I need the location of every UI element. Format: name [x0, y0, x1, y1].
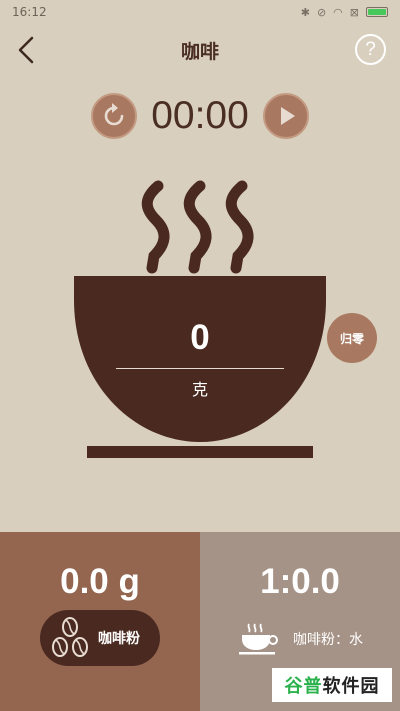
mute-icon: ⊘: [316, 5, 327, 19]
watermark-logo: 谷普 软件园: [272, 668, 392, 702]
reset-icon: [104, 103, 124, 126]
weight-divider: [116, 368, 284, 369]
coffee-powder-label: 咖啡粉: [98, 631, 140, 647]
coffee-cup-icon: [74, 276, 326, 442]
play-icon: [281, 107, 295, 125]
coffee-amount-panel[interactable]: 0.0 g 咖啡粉: [0, 532, 200, 711]
sim-icon: ⊠: [349, 5, 359, 19]
cup-saucer: [87, 446, 313, 458]
coffee-amount-value: 0.0 g: [60, 562, 140, 601]
ratio-label: 咖啡粉：水: [293, 632, 363, 648]
status-bar: 16:12 ✱ ⊘ ◠ ⊠: [0, 0, 400, 24]
weight-unit: 克: [191, 380, 208, 399]
coffee-beans-icon: [52, 617, 88, 657]
watermark-part2: 软件园: [322, 676, 380, 697]
timer-play-button[interactable]: [263, 93, 309, 139]
watermark-part1: 谷普: [284, 676, 323, 697]
nav-bar: 咖啡 ?: [0, 24, 400, 76]
zero-button[interactable]: 归零: [327, 313, 377, 363]
help-button[interactable]: ?: [355, 34, 386, 65]
ratio-value: 1:0.0: [260, 562, 340, 601]
timer-reset-button[interactable]: [91, 93, 137, 139]
battery-icon: [366, 7, 388, 17]
wifi-icon: ◠: [333, 5, 343, 19]
page-title: 咖啡: [180, 41, 219, 63]
status-icons: ✱ ⊘ ◠ ⊠: [301, 6, 388, 19]
bluetooth-icon: ✱: [300, 5, 310, 19]
timer-row: 00:00: [0, 93, 400, 139]
steam-icon: [141, 180, 254, 274]
ratio-row: 咖啡粉：水: [200, 622, 400, 656]
help-icon: ?: [365, 38, 376, 60]
coffee-powder-button[interactable]: 咖啡粉: [40, 610, 160, 666]
coffee-cup-small-icon: [239, 623, 278, 655]
weight-value: 0: [190, 318, 210, 357]
timer-display: 00:00: [151, 94, 249, 137]
status-time: 16:12: [12, 5, 47, 19]
